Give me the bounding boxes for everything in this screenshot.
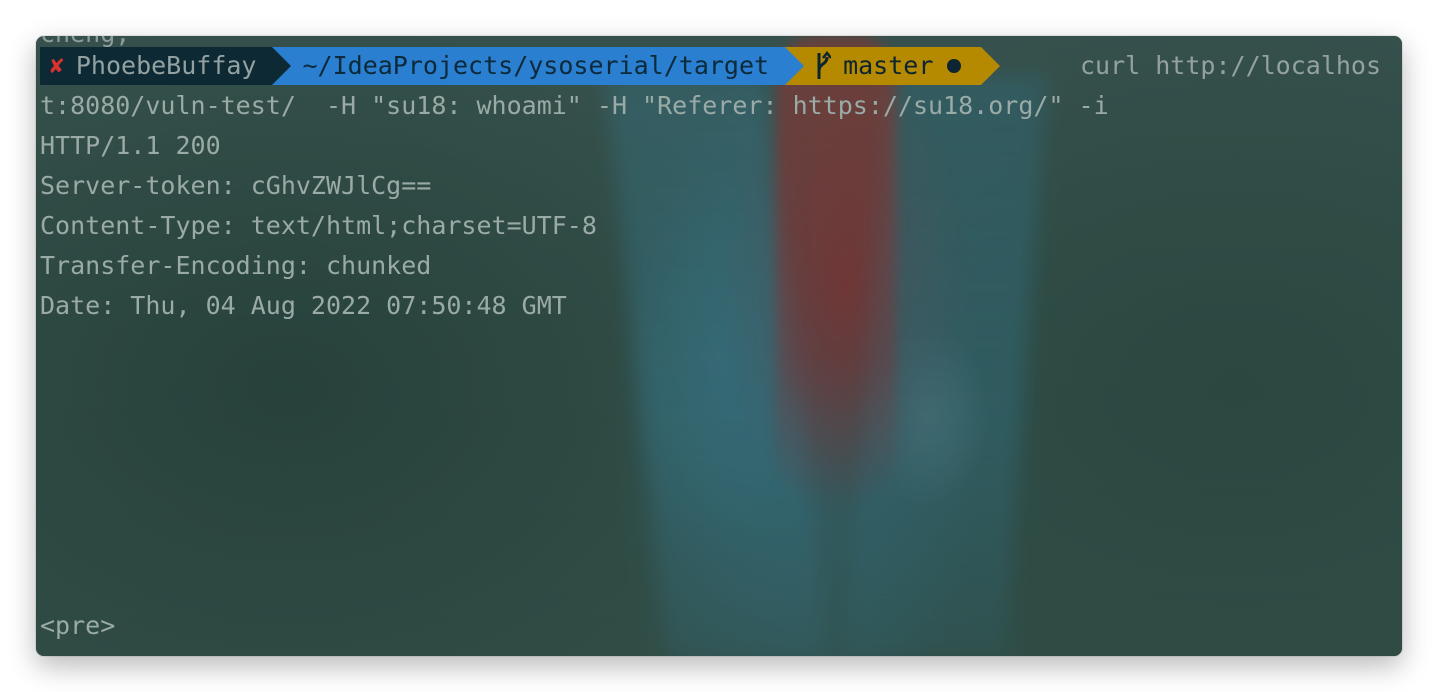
output-line: HTTP/1.1 200 bbox=[40, 131, 221, 160]
command-text: curl http://localhos bbox=[1080, 51, 1382, 80]
git-branch-icon bbox=[817, 51, 832, 79]
output-line: Date: Thu, 04 Aug 2022 07:50:48 GMT bbox=[40, 291, 567, 320]
prompt-user: PhoebeBuffay bbox=[75, 51, 257, 80]
prompt-user-segment: ✘ PhoebeBuffay bbox=[40, 47, 292, 85]
output-line: Content-Type: text/html;charset=UTF-8 bbox=[40, 211, 597, 240]
prompt-git-segment: master bbox=[785, 47, 1001, 85]
prompt-directory: ~/IdeaProjects/ysoserial/target bbox=[302, 51, 770, 80]
output-line: <pre> bbox=[40, 611, 116, 640]
prompt-git-branch: master bbox=[843, 51, 934, 80]
output-line: Transfer-Encoding: chunked bbox=[40, 251, 432, 280]
shell-prompt: ✘ PhoebeBuffay ~/IdeaProjects/ysoserial/… bbox=[40, 47, 1001, 85]
output-line: Server-token: cGhvZWJlCg== bbox=[40, 171, 432, 200]
terminal-window[interactable]: cheng, ✘ PhoebeBuffay ~/IdeaProjects/yso… bbox=[36, 36, 1402, 656]
output-line: t:8080/vuln-test/ -H "su18: whoami" -H "… bbox=[40, 91, 1109, 120]
x-mark-icon: ✘ bbox=[50, 53, 64, 79]
prompt-directory-segment: ~/IdeaProjects/ysoserial/target bbox=[272, 47, 805, 85]
terminal-content[interactable]: cheng, ✘ PhoebeBuffay ~/IdeaProjects/yso… bbox=[36, 36, 1402, 656]
git-dirty-indicator bbox=[947, 59, 962, 73]
